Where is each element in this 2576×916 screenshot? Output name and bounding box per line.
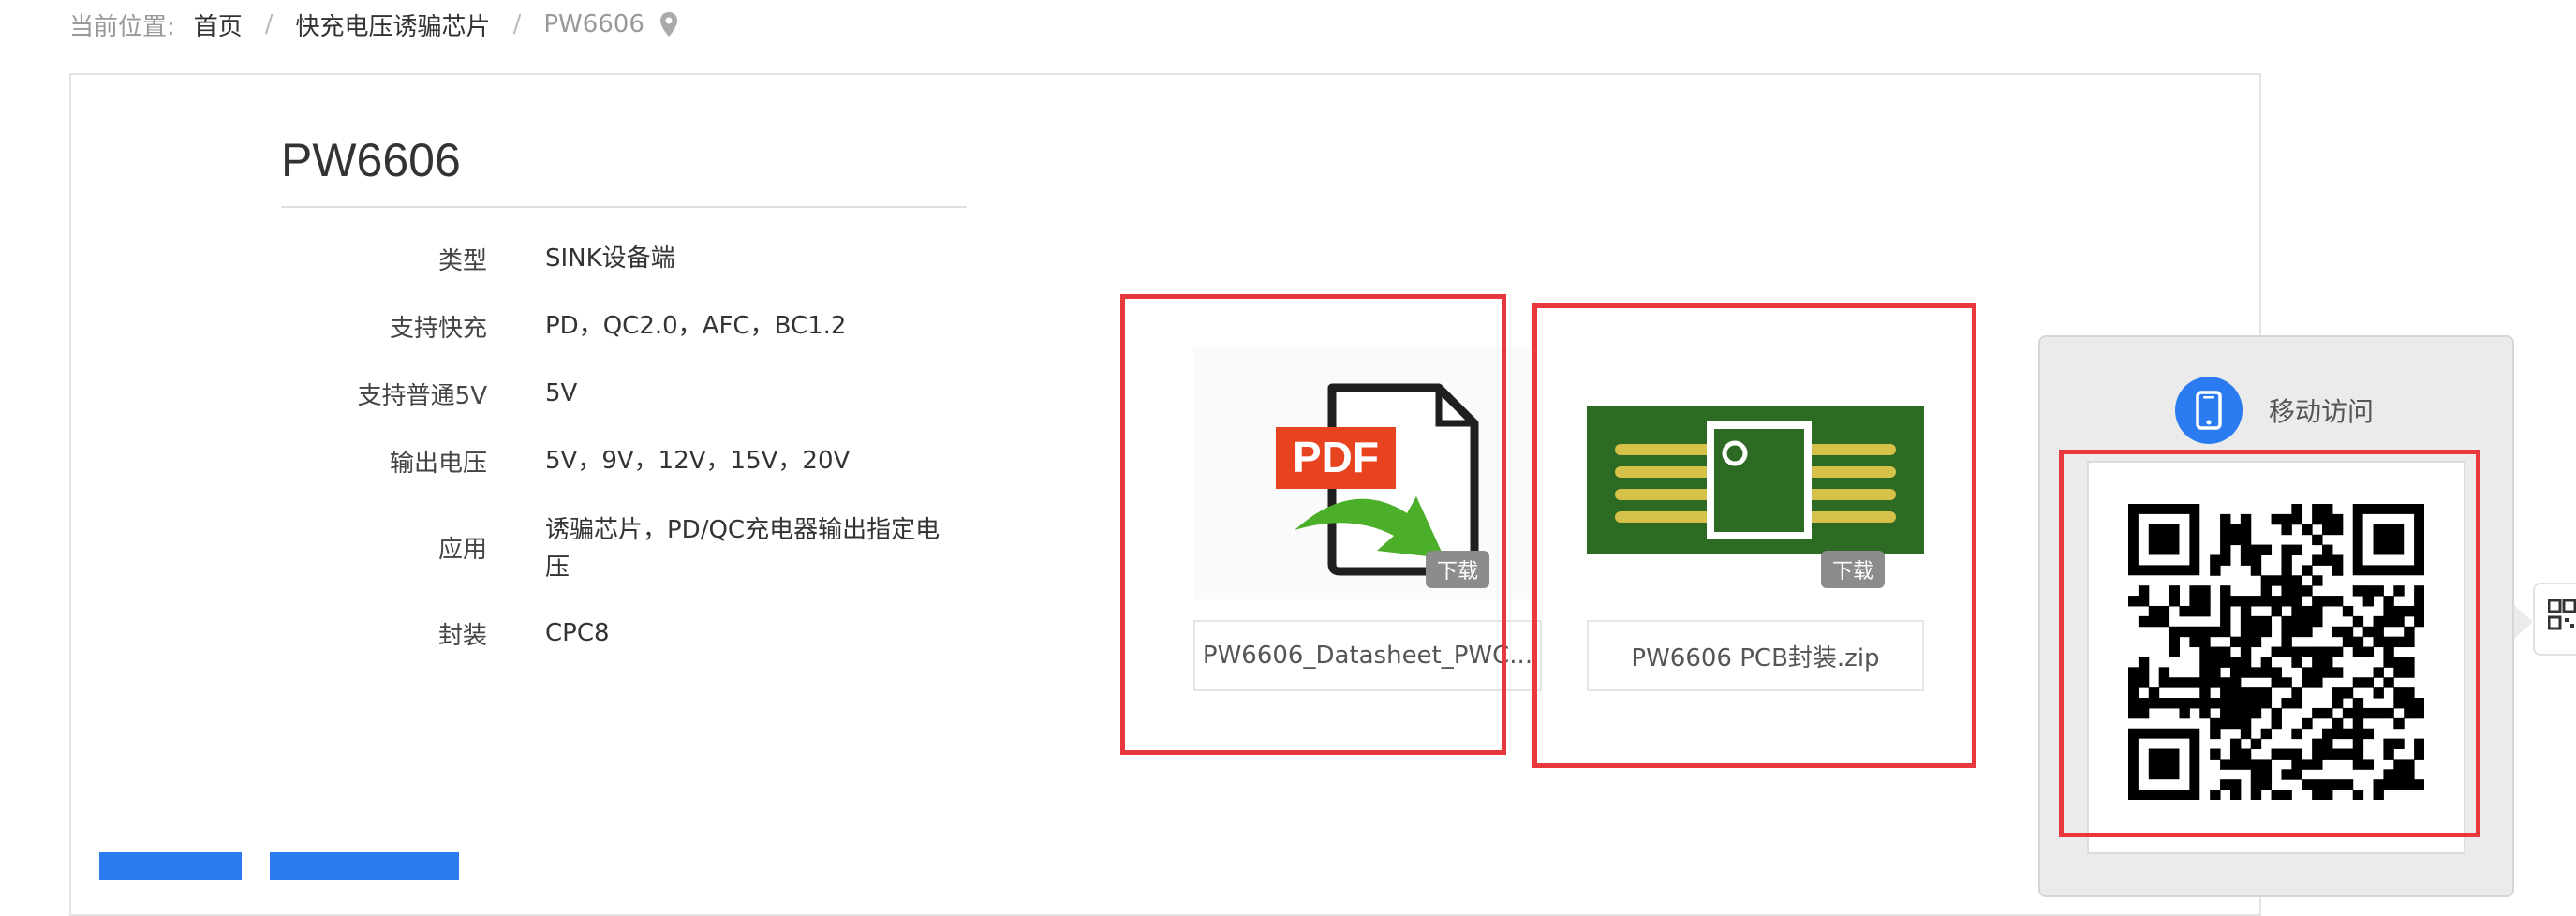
breadcrumb-label: 当前位置: bbox=[69, 12, 175, 41]
spec-label-output-voltage: 输出电压 bbox=[389, 450, 487, 478]
breadcrumb-separator: / bbox=[512, 10, 522, 38]
spec-label-normal-5v: 支持普通5V bbox=[357, 382, 487, 410]
annotation-box-pdf bbox=[1120, 294, 1506, 755]
breadcrumb-current: PW6606 bbox=[543, 10, 644, 38]
location-pin-icon bbox=[659, 12, 677, 37]
mobile-access-label: 移动访问 bbox=[2269, 396, 2375, 427]
spec-label-fast-charge: 支持快充 bbox=[389, 315, 487, 343]
spec-label-application: 应用 bbox=[437, 536, 487, 564]
spec-value-output-voltage: 5V，9V，12V，15V，20V bbox=[545, 447, 851, 475]
annotation-box-qr bbox=[2059, 450, 2480, 837]
breadcrumb: 当前位置: 首页 / 快充电压诱骗芯片 / PW6606 bbox=[69, 7, 678, 41]
spec-label-type: 类型 bbox=[437, 247, 487, 275]
title-divider bbox=[281, 206, 967, 208]
breadcrumb-home-link[interactable]: 首页 bbox=[194, 7, 243, 42]
action-button-secondary[interactable] bbox=[270, 852, 459, 880]
breadcrumb-category-link[interactable]: 快充电压诱骗芯片 bbox=[296, 7, 491, 42]
product-title: PW6606 bbox=[281, 134, 461, 186]
mobile-phone-icon bbox=[2175, 377, 2243, 444]
spec-value-application: 诱骗芯片，PD/QC充电器输出指定电压 bbox=[545, 516, 940, 582]
annotation-box-pcb bbox=[1532, 303, 1976, 768]
breadcrumb-separator: / bbox=[264, 10, 274, 38]
action-button-primary[interactable] bbox=[99, 852, 242, 880]
qr-code-icon bbox=[2548, 599, 2576, 630]
spec-value-fast-charge: PD，QC2.0，AFC，BC1.2 bbox=[545, 312, 847, 340]
panel-pointer bbox=[2514, 605, 2533, 639]
spec-value-normal-5v: 5V bbox=[545, 379, 578, 407]
qr-side-tab[interactable] bbox=[2533, 583, 2576, 656]
spec-label-package: 封装 bbox=[437, 622, 487, 650]
spec-value-package: CPC8 bbox=[545, 619, 610, 647]
spec-value-type: SINK设备端 bbox=[545, 244, 675, 273]
